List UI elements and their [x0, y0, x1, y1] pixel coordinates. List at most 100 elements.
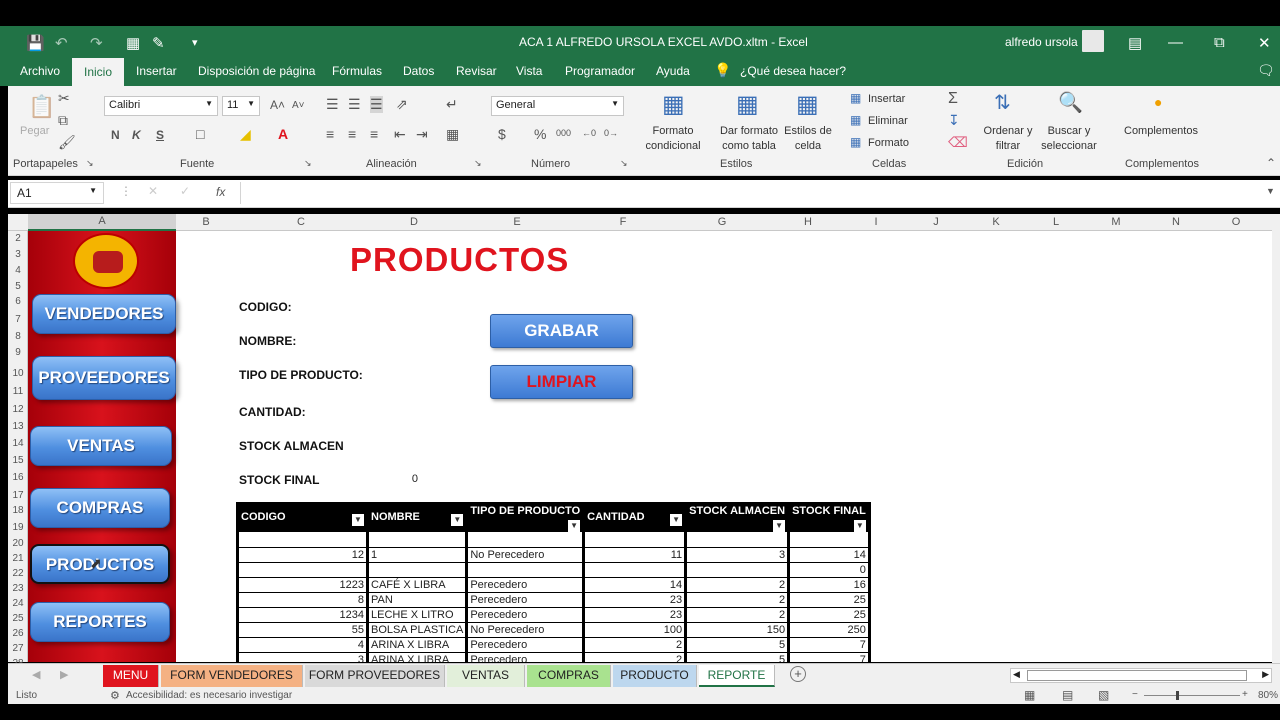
menu-button-vendedores[interactable]: VENDEDORES	[32, 294, 176, 334]
customize-qat-icon[interactable]: ▾	[192, 36, 198, 49]
row-header[interactable]: 19	[8, 522, 28, 533]
decrease-decimal-icon[interactable]: 0→	[604, 128, 618, 138]
tab-revisar[interactable]: Revisar	[456, 64, 497, 78]
table-cell[interactable]	[237, 532, 369, 548]
table-cell[interactable]: 3	[237, 652, 369, 662]
table-cell[interactable]: Perecedero	[466, 592, 586, 608]
format-table-button[interactable]: Dar formato como tabla	[712, 124, 786, 154]
delete-cells-button[interactable]: Eliminar	[868, 114, 908, 129]
fill-color-icon[interactable]: ◢	[240, 126, 251, 143]
row-header[interactable]: 12	[8, 404, 28, 415]
copy-icon[interactable]: ⧉	[58, 112, 68, 129]
conditional-format-icon[interactable]: ▦	[662, 90, 685, 119]
currency-icon[interactable]: $	[498, 126, 506, 142]
underline-button[interactable]: S	[156, 128, 164, 142]
column-header[interactable]: D	[366, 216, 462, 228]
enter-icon[interactable]: ✓	[180, 184, 190, 198]
redo-icon[interactable]: ↷	[90, 34, 103, 52]
undo-icon[interactable]: ↶	[55, 34, 68, 52]
column-header[interactable]: C	[236, 216, 366, 228]
table-header[interactable]: CANTIDAD ▼	[583, 503, 688, 532]
table-cell[interactable]: 7	[788, 637, 871, 653]
sheet-tab[interactable]: FORM VENDEDORES	[161, 665, 303, 687]
insert-function-button[interactable]: fx	[216, 185, 225, 199]
cell-styles-icon[interactable]: ▦	[796, 90, 819, 119]
row-header[interactable]: 4	[8, 265, 28, 276]
tab-scroll-left-icon[interactable]: ◀	[32, 668, 40, 681]
clear-icon[interactable]: ⌫	[948, 134, 968, 151]
column-header[interactable]: G	[674, 216, 770, 228]
worksheet-grid[interactable]: VENDEDORES PROVEEDORES VENTAS COMPRAS PR…	[28, 231, 1272, 662]
bold-button[interactable]: N	[111, 128, 120, 142]
table-cell[interactable]: 1223	[237, 577, 369, 593]
table-cell[interactable]: 250	[788, 622, 871, 638]
ribbon-display-icon[interactable]: ▤	[1128, 34, 1142, 52]
table-cell[interactable]: 3	[685, 547, 791, 563]
menu-button-proveedores[interactable]: PROVEEDORES	[32, 356, 176, 400]
table-cell[interactable]: 11	[583, 547, 688, 563]
table-cell[interactable]	[367, 532, 469, 548]
column-header[interactable]: I	[846, 216, 906, 228]
row-header[interactable]: 13	[8, 421, 28, 432]
zoom-slider-thumb[interactable]	[1176, 691, 1179, 700]
increase-font-icon[interactable]: A˄	[270, 98, 285, 112]
filter-dropdown-icon[interactable]: ▼	[853, 520, 866, 532]
table-cell[interactable]: 23	[583, 607, 688, 623]
table-cell[interactable]: 2	[583, 652, 688, 662]
formula-input[interactable]	[240, 182, 1270, 204]
grabar-button[interactable]: GRABAR	[490, 314, 633, 348]
format-painter-icon[interactable]: 🖌	[58, 134, 76, 151]
column-header[interactable]: H	[770, 216, 846, 228]
thousands-icon[interactable]: 000	[556, 128, 571, 138]
table-cell[interactable]: 23	[583, 592, 688, 608]
table-cell[interactable]: 5	[685, 652, 791, 662]
sort-filter-button[interactable]: Ordenar y filtrar	[980, 124, 1036, 154]
number-format-select[interactable]: General ▼	[491, 96, 624, 116]
table-cell[interactable]	[583, 532, 688, 548]
cancel-icon[interactable]: ✕	[148, 184, 158, 198]
row-header[interactable]: 10	[8, 368, 28, 379]
table-cell[interactable]: 100	[583, 622, 688, 638]
sheet-tab[interactable]: FORM PROVEEDORES	[305, 665, 445, 687]
table-cell[interactable]: Perecedero	[466, 607, 586, 623]
table-cell[interactable]	[685, 532, 791, 548]
cell-styles-button[interactable]: Estilos de celda	[782, 124, 834, 154]
table-cell[interactable]: PAN	[367, 592, 469, 608]
tab-inicio[interactable]: Inicio	[72, 58, 125, 86]
format-cells-button[interactable]: Formato	[868, 136, 909, 151]
table-cell[interactable]	[237, 562, 369, 578]
table-cell[interactable]: 12	[237, 547, 369, 563]
column-header[interactable]: E	[462, 216, 572, 228]
sheet-tab[interactable]: MENU	[103, 665, 159, 687]
table-cell[interactable]	[583, 562, 688, 578]
brush-icon[interactable]: ✎	[152, 34, 165, 52]
filter-dropdown-icon[interactable]: ▼	[670, 514, 683, 526]
menu-button-ventas[interactable]: VENTAS	[30, 426, 172, 466]
table-cell[interactable]: 0	[788, 562, 871, 578]
table-cell[interactable]: 25	[788, 592, 871, 608]
tab-disposicion[interactable]: Disposición de página	[198, 64, 315, 78]
table-header[interactable]: NOMBRE ▼	[367, 503, 469, 532]
number-launcher-icon[interactable]: ↘	[620, 158, 628, 169]
save-icon[interactable]: 💾	[26, 34, 45, 52]
menu-button-compras[interactable]: COMPRAS	[30, 488, 170, 528]
row-header[interactable]: 15	[8, 455, 28, 466]
insert-cells-button[interactable]: Insertar	[868, 92, 905, 107]
row-header[interactable]: 3	[8, 249, 28, 260]
font-name-select[interactable]: Calibri ▼	[104, 96, 218, 116]
table-header[interactable]: STOCK FINAL ▼	[788, 503, 871, 532]
row-header[interactable]: 27	[8, 643, 28, 654]
conditional-format-button[interactable]: Formato condicional	[634, 124, 712, 154]
table-cell[interactable]: 25	[788, 607, 871, 623]
font-color-icon[interactable]: A	[278, 126, 288, 142]
table-cell[interactable]	[685, 562, 791, 578]
scrollbar-thumb[interactable]	[1027, 670, 1247, 681]
column-header[interactable]: F	[572, 216, 674, 228]
tell-me-search[interactable]: ¿Qué desea hacer?	[740, 64, 846, 78]
table-cell[interactable]: 14	[788, 547, 871, 563]
table-cell[interactable]: 1	[367, 547, 469, 563]
table-cell[interactable]: 8	[237, 592, 369, 608]
row-header[interactable]: 25	[8, 613, 28, 624]
align-right-icon[interactable]: ≡	[370, 126, 378, 142]
filter-dropdown-icon[interactable]: ▼	[352, 514, 364, 526]
